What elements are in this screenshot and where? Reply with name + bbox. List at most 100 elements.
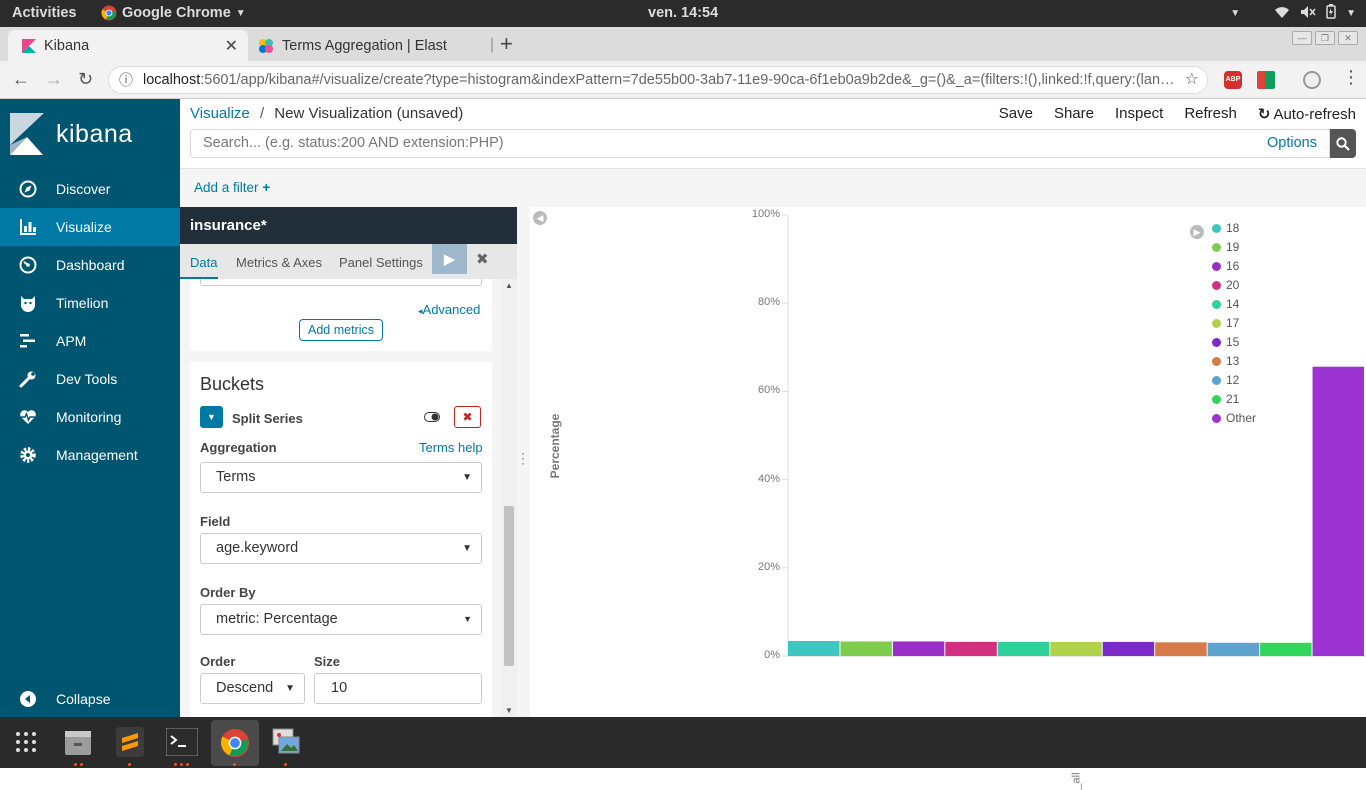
maximize-icon[interactable]: ❐ (1315, 31, 1335, 45)
bar-20[interactable] (945, 641, 997, 656)
editor-scrollbar-thumb[interactable] (504, 506, 514, 666)
bar-21[interactable] (1260, 642, 1312, 656)
legend-label: 21 (1226, 392, 1240, 406)
scroll-up-icon[interactable]: ▲ (505, 281, 513, 290)
terminal-app[interactable] (163, 723, 201, 761)
bar-16[interactable] (892, 641, 945, 656)
tab-panel-settings[interactable]: Panel Settings (339, 255, 423, 270)
dropdown-icon[interactable]: ▼ (1230, 8, 1240, 19)
add-filter-link[interactable]: Add a filter + (194, 180, 270, 195)
toggle-bucket-button[interactable] (424, 406, 444, 428)
legend-item[interactable]: 15 (1212, 335, 1239, 349)
bar-19[interactable] (840, 641, 892, 656)
activities-button[interactable]: Activities (12, 5, 76, 21)
bar-other[interactable] (1312, 366, 1364, 656)
tab-kibana[interactable]: Kibana ✕ (8, 30, 248, 61)
kibana-logo-icon (10, 113, 44, 155)
close-tab-icon[interactable]: ✕ (225, 36, 238, 56)
sidebar-item-label: Dashboard (56, 257, 125, 273)
sidebar-item-dashboard[interactable]: Dashboard (0, 246, 180, 284)
add-metrics-button[interactable]: Add metrics (299, 319, 383, 341)
order-select[interactable]: Descend ▼ (200, 673, 305, 704)
sublime-text-app[interactable] (111, 723, 149, 761)
clock[interactable]: ven. 14:54 (648, 5, 718, 21)
legend-item[interactable]: 19 (1212, 240, 1239, 254)
index-pattern-title: insurance* (180, 207, 517, 244)
legend-item[interactable]: 13 (1212, 354, 1239, 368)
search-icon (1336, 136, 1350, 151)
advanced-label: Advanced (422, 302, 481, 317)
sidebar-item-discover[interactable]: Discover (0, 170, 180, 208)
new-tab-icon[interactable]: + (500, 31, 513, 57)
tab-metrics-axes[interactable]: Metrics & Axes (236, 255, 322, 270)
sidebar-item-timelion[interactable]: Timelion (0, 284, 180, 322)
auto-refresh-button[interactable]: ↻ Auto-refresh (1258, 105, 1356, 124)
sidebar-collapse[interactable]: Collapse (0, 680, 180, 718)
field-select[interactable]: age.keyword ▼ (200, 533, 482, 564)
search-input[interactable]: Search... (e.g. status:200 AND extension… (190, 129, 1330, 158)
google-extension-icon[interactable] (1257, 71, 1275, 89)
sidebar-item-visualize[interactable]: Visualize (0, 208, 180, 246)
legend-item[interactable]: 14 (1212, 297, 1239, 311)
volume-muted-icon (1300, 5, 1316, 23)
bar-17[interactable] (1050, 641, 1102, 656)
bar-14[interactable] (997, 641, 1050, 656)
order-by-select[interactable]: metric: Percentage ▼ (200, 604, 482, 635)
minimize-icon[interactable]: — (1292, 31, 1312, 45)
bar-18[interactable] (788, 641, 840, 656)
back-icon[interactable]: ← (12, 69, 30, 90)
legend-item[interactable]: 18 (1212, 221, 1239, 235)
tab-elastic-docs[interactable]: Terms Aggregation | Elast | (258, 30, 494, 61)
legend-item[interactable]: 17 (1212, 316, 1239, 330)
apply-changes-button[interactable]: ▶ (432, 244, 467, 274)
visualization-area: ◀ ▶ 0% 20% 40% 60% 80% 100% Percentage _all 1… (530, 207, 1366, 790)
scroll-down-icon[interactable]: ▼ (505, 706, 513, 715)
sidebar-item-management[interactable]: Management (0, 436, 180, 474)
info-icon[interactable]: ⓘ (119, 67, 133, 93)
terms-help-link[interactable]: Terms help (419, 440, 483, 455)
share-button[interactable]: Share (1054, 105, 1094, 123)
profile-avatar-icon[interactable] (1303, 71, 1321, 89)
close-window-icon[interactable]: ✕ (1338, 31, 1358, 45)
system-tray[interactable]: ▼ ▼ (1230, 4, 1356, 23)
size-input[interactable]: 10 (314, 673, 482, 704)
legend-item[interactable]: 21 (1212, 392, 1239, 406)
legend-item[interactable]: 12 (1212, 373, 1239, 387)
refresh-button[interactable]: Refresh (1184, 105, 1237, 123)
close-tab-icon[interactable]: | (490, 36, 494, 54)
advanced-toggle[interactable]: ◂Advanced (418, 302, 480, 317)
bookmark-star-icon[interactable]: ☆ (1178, 67, 1199, 93)
editor-resize-handle[interactable]: · · · (517, 207, 530, 717)
chrome-app[interactable] (211, 720, 259, 766)
options-link[interactable]: Options (1267, 130, 1317, 157)
legend-item[interactable]: 16 (1212, 259, 1239, 273)
kibana-logo[interactable]: kibana (10, 113, 133, 155)
forward-icon[interactable]: → (45, 69, 63, 90)
tab-data[interactable]: Data (190, 255, 217, 270)
app-menu[interactable]: Google Chrome ▼ (101, 5, 246, 21)
bar-13[interactable] (1155, 642, 1207, 656)
address-bar[interactable]: ⓘ localhost:5601/app/kibana#/visualize/c… (108, 66, 1208, 94)
remove-bucket-button[interactable]: ✖ (454, 406, 481, 428)
sidebar-item-monitoring[interactable]: Monitoring (0, 398, 180, 436)
y-tick-label: 80% (757, 296, 780, 309)
sidebar-item-apm[interactable]: APM (0, 322, 180, 360)
browser-menu-icon[interactable]: ⋮ (1342, 67, 1360, 88)
bar-15[interactable] (1102, 641, 1155, 656)
discard-changes-icon[interactable]: ✖ (476, 250, 489, 268)
collapse-bucket-button[interactable]: ▼ (200, 406, 223, 428)
legend-item[interactable]: 20 (1212, 278, 1239, 292)
breadcrumb-visualize-link[interactable]: Visualize (190, 105, 250, 122)
image-viewer-app[interactable] (266, 723, 304, 761)
search-button[interactable] (1330, 129, 1356, 158)
reload-icon[interactable]: ↻ (78, 69, 93, 90)
save-button[interactable]: Save (999, 105, 1033, 123)
bar-12[interactable] (1207, 642, 1260, 656)
sidebar-item-dev-tools[interactable]: Dev Tools (0, 360, 180, 398)
files-app[interactable] (59, 723, 97, 761)
adblock-icon[interactable]: ABP (1224, 71, 1242, 89)
show-apps-button[interactable] (7, 723, 45, 761)
aggregation-select[interactable]: Terms ▼ (200, 462, 482, 493)
inspect-button[interactable]: Inspect (1115, 105, 1163, 123)
legend-item[interactable]: Other (1212, 411, 1256, 425)
